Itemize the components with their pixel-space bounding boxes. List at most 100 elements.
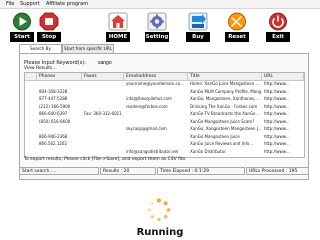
row-index-cell	[25, 104, 37, 111]
table-cell: skycasp@gmail.com	[126, 126, 167, 131]
table-row[interactable]: (212) 366-5900 readers@forbes.com Drinking…	[25, 104, 304, 111]
table-row[interactable]: 866-640-6397 Fax: 360-312-6011 XanGo TV Br…	[25, 111, 304, 118]
table-cell: XanGo Juice Reviews and Info...	[190, 141, 254, 146]
table-cell: http://www...	[264, 126, 290, 131]
table-row[interactable]: info@xangodistributor.net XanGo Distribut…	[25, 149, 304, 156]
table-cell	[82, 89, 124, 96]
table-cell: http://www...	[264, 103, 290, 109]
table-cell: http://www...	[264, 96, 290, 101]
buy-label: Buy	[186, 32, 210, 42]
table-cell: http://www...	[264, 141, 290, 146]
setting-label: Setting	[145, 32, 169, 42]
table-cell	[37, 126, 82, 133]
table-cell	[82, 96, 124, 103]
row-index-cell	[25, 126, 37, 133]
table-cell: http://www...	[264, 81, 290, 86]
buy-button[interactable]: Buy	[186, 11, 210, 42]
table-cell: 877-447-5288	[39, 96, 68, 101]
table-cell: Drinking The XanGo - Forbes.com	[190, 103, 258, 109]
table-row[interactable]: 877-447-5288 info@theorpilehut.com XanGo, …	[25, 96, 304, 103]
gear-icon	[147, 12, 167, 31]
table-cell: http://www...	[264, 111, 290, 116]
row-index-cell	[25, 96, 37, 103]
status-results: Results : 20	[100, 167, 156, 175]
table-cell: 866-640-6397	[39, 111, 68, 116]
table-cell: 866-946-2368	[39, 133, 68, 139]
row-index-cell	[25, 111, 37, 118]
column-header-email[interactable]: Emailaddress	[124, 73, 188, 80]
table-cell	[82, 119, 124, 126]
table-cell	[82, 126, 124, 133]
table-cell: XanGo, Xangosteen Mangosteen J...	[190, 126, 262, 131]
table-cell: http://www...	[264, 118, 290, 124]
table-cell: XanGo TV Broadcasts the XanGo ...	[190, 111, 261, 116]
table-cell: http://www...	[264, 133, 290, 139]
reset-icon	[228, 12, 246, 31]
export-tip: To export results, Please click [File->S…	[24, 157, 187, 162]
table-cell: info@theorpilehut.com	[126, 96, 172, 101]
exit-button[interactable]: Exit	[266, 11, 290, 42]
table-cell: readers@forbes.com	[126, 103, 168, 109]
table-row[interactable]: 804-358-3228 XanGo MLM Company Profile, M…	[25, 89, 304, 96]
table-cell: XanGo, Mangosteen, Xanthones, ...	[190, 96, 261, 101]
menu-file[interactable]: File	[6, 0, 14, 8]
running-status: Running	[136, 227, 184, 238]
table-cell	[82, 149, 124, 156]
tab-start-from-url[interactable]: Start from specific URL	[62, 44, 114, 53]
results-table[interactable]: Phones Faxes Emailaddress Title URL your…	[24, 72, 305, 158]
table-cell: XanGo Distributor	[190, 148, 226, 154]
row-index-cell	[25, 89, 37, 96]
menu-support[interactable]: Support	[20, 0, 40, 8]
table-cell	[82, 141, 124, 148]
loading-spinner-icon	[148, 198, 171, 222]
column-header-url[interactable]: URL	[262, 73, 304, 80]
table-row[interactable]: 866.562.1202 XanGo Juice Reviews and Info…	[25, 141, 304, 148]
table-row[interactable]: 866-946-2368 XanGo Mangosteen Juice http:/…	[25, 134, 304, 141]
table-cell	[124, 134, 188, 141]
home-button[interactable]: HOME	[106, 11, 130, 42]
table-cell: 866.562.1202	[39, 141, 67, 146]
table-cell	[82, 81, 124, 88]
table-cell	[124, 111, 188, 118]
table-row[interactable]: yourname@yourdomain.co... Home: XanGo Jui…	[25, 81, 304, 88]
table-row[interactable]: (850) 616-6600 XanGo Mangosteen Juice Sca…	[25, 119, 304, 126]
table-cell: Home: XanGo Juice Mangosteen ...	[190, 81, 260, 86]
column-header-phones[interactable]: Phones	[37, 73, 82, 80]
row-index-cell	[25, 134, 37, 141]
row-index-cell	[25, 149, 37, 156]
menu-affiliate-program[interactable]: Affiliate program	[46, 0, 88, 8]
column-header-title[interactable]: Title	[188, 73, 262, 80]
home-label: HOME	[106, 32, 130, 42]
table-cell: XanGo MLM Company Profile, Mang...	[190, 88, 262, 94]
table-cell	[82, 134, 124, 141]
home-icon	[108, 12, 128, 31]
table-cell: 804-358-3228	[39, 88, 68, 94]
column-header-faxes[interactable]: Faxes	[82, 73, 124, 80]
table-cell	[124, 89, 188, 96]
start-label: Start	[10, 32, 34, 42]
table-cell: http://www...	[264, 88, 290, 94]
table-cell: info@xangodistributor.net	[126, 148, 179, 154]
table-cell	[124, 141, 188, 148]
start-button[interactable]: Start	[10, 11, 34, 42]
table-row[interactable]: skycasp@gmail.com XanGo, Xangosteen Mango…	[25, 126, 304, 133]
status-urls-processed: URLs Processed : 195	[246, 167, 309, 175]
column-header-index	[25, 73, 37, 80]
stop-button[interactable]: Stop	[37, 11, 61, 42]
row-index-cell	[25, 81, 37, 88]
table-cell: http://www...	[264, 148, 290, 154]
setting-button[interactable]: Setting	[145, 11, 169, 42]
menu-bar: File Support Affiliate program	[0, 0, 320, 9]
status-message: Start search.....	[19, 167, 99, 175]
keyword-input[interactable]	[98, 60, 208, 66]
reset-button[interactable]: Reset	[225, 11, 249, 42]
table-cell: XanGo Mangosteen Juice	[190, 133, 240, 139]
stop-icon	[39, 12, 59, 31]
row-index-cell	[25, 119, 37, 126]
table-cell	[37, 81, 82, 88]
exit-icon	[269, 12, 287, 31]
table-cell: XanGo Mangosteen Juice Scam?	[190, 118, 255, 124]
reset-label: Reset	[225, 32, 249, 42]
table-cell	[124, 119, 188, 126]
row-index-cell	[25, 141, 37, 148]
